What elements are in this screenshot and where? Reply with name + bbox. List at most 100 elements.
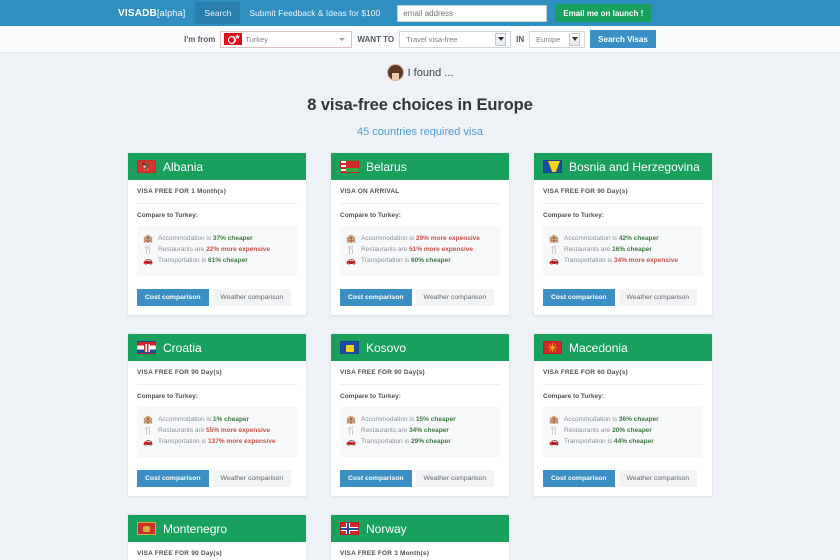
search-filter-bar: I'm from Turkey WANT TO Travel visa-free… [0,26,840,53]
stat-text: Transportation is 61% cheaper [158,257,248,264]
stat-value: 37% cheaper [212,235,253,242]
country-from-select[interactable]: Turkey [220,30,353,48]
restaurants-icon: 🍴 [346,426,356,435]
accommodation-stat: 🏨 Accommodation is 36% cheaper [549,414,697,425]
compare-label: Compare to Turkey: [340,212,401,219]
card-header: Macedonia [534,334,712,361]
accommodation-icon: 🏨 [549,415,559,424]
brand-name: VISADB [118,7,157,19]
visa-status: VISA FREE FOR 1 Month(s) [137,188,297,204]
required-visa-link[interactable]: 45 countries required visa [0,126,840,138]
brand-alpha-tag: [alpha] [156,7,186,18]
stat-value: 34% cheaper [409,427,449,434]
card-button-row: Cost comparison Weather comparison [340,276,500,306]
weather-comparison-button[interactable]: Weather comparison [618,470,698,487]
stat-value: 29% more expensive [415,235,480,242]
want-to-label: WANT TO [357,34,395,44]
country-card: Bosnia and Herzegovina VISA FREE FOR 90 D… [533,152,713,316]
croatia-flag-icon [137,341,156,354]
weather-comparison-button[interactable]: Weather comparison [415,289,495,306]
country-name: Kosovo [366,340,407,355]
macedonia-flag-icon [543,341,562,354]
stat-value: 60% cheaper [410,257,451,264]
stat-text: Transportation is 60% cheaper [361,257,451,264]
cost-comparison-button[interactable]: Cost comparison [137,470,209,487]
card-body: VISA FREE FOR 90 Day(s) Compare to Turkey… [128,361,306,496]
accommodation-icon: 🏨 [549,234,559,243]
card-header: Bosnia and Herzegovina [534,153,712,180]
accommodation-stat: 🏨 Accommodation is 37% cheaper [143,233,291,244]
transportation-stat: 🚗 Transportation is 44% cheaper [549,436,697,447]
page-title: 8 visa-free choices in Europe [307,96,533,114]
visa-status: VISA FREE FOR 90 Day(s) [137,369,297,385]
stat-text: Accommodation is 29% more expensive [361,235,480,242]
turkey-flag-icon [224,33,243,45]
stat-value: 137% more expensive [207,438,276,445]
top-navbar: VISADB[alpha] Search Submit Feedback & I… [0,0,840,26]
visa-status: VISA FREE FOR 60 Day(s) [543,369,703,385]
accommodation-icon: 🏨 [346,234,356,243]
stat-text: Transportation is 29% cheaper [361,438,451,445]
cost-stats: 🏨 Accommodation is 36% cheaper 🍴 Restaurant… [543,407,703,457]
stat-text: Restaurants are 55% more expensive [158,427,271,434]
restaurants-icon: 🍴 [346,245,356,254]
brand-logo[interactable]: VISADB[alpha] [118,8,195,19]
transportation-icon: 🚗 [549,256,559,265]
weather-comparison-button[interactable]: Weather comparison [212,289,292,306]
transportation-stat: 🚗 Transportation is 34% more expensive [549,255,697,266]
transportation-icon: 🚗 [346,256,356,265]
stat-value: 44% cheaper [613,438,654,445]
country-card: Kosovo VISA FREE FOR 90 Day(s) Compare to … [330,333,510,497]
card-body: VISA ON ARRIVAL Compare to Turkey: 🏨 Accomm… [331,180,509,315]
stat-value: 42% cheaper [618,235,659,242]
stat-text: Accommodation is 1% cheaper [158,416,250,423]
weather-comparison-button[interactable]: Weather comparison [415,470,495,487]
email-input[interactable] [397,4,548,22]
cost-comparison-button[interactable]: Cost comparison [543,289,615,306]
weather-comparison-button[interactable]: Weather comparison [212,470,292,487]
stat-value: 29% cheaper [410,438,451,445]
stat-text: Accommodation is 42% cheaper [564,235,659,242]
cost-comparison-button[interactable]: Cost comparison [340,289,412,306]
stat-text: Restaurants are 20% cheaper [564,427,652,434]
stat-value: 20% cheaper [612,427,652,434]
nav-link-search[interactable]: Search [195,2,241,24]
restaurants-stat: 🍴 Restaurants are 22% more expensive [143,244,291,255]
transportation-icon: 🚗 [143,256,153,265]
montenegro-flag-icon [137,522,156,535]
stat-text: Restaurants are 34% cheaper [361,427,449,434]
compare-label: Compare to Turkey: [137,393,198,400]
region-value: Europe [536,34,561,44]
country-card-grid: Albania VISA FREE FOR 1 Month(s) Compare t… [127,152,713,560]
stat-value: 1% cheaper [212,416,250,423]
kosovo-flag-icon [340,341,359,354]
stat-text: Accommodation is 37% cheaper [158,235,253,242]
weather-comparison-button[interactable]: Weather comparison [618,289,698,306]
transportation-icon: 🚗 [143,437,153,446]
cost-comparison-button[interactable]: Cost comparison [543,470,615,487]
accommodation-icon: 🏨 [143,415,153,424]
nav-link-feedback[interactable]: Submit Feedback & Ideas for $100 [240,2,389,24]
country-card: Macedonia VISA FREE FOR 60 Day(s) Compare … [533,333,713,497]
stat-value: 16% cheaper [612,246,652,253]
cost-comparison-button[interactable]: Cost comparison [340,470,412,487]
in-label: IN [516,34,525,44]
stat-value: 15% cheaper [415,416,456,423]
restaurants-stat: 🍴 Restaurants are 55% more expensive [143,425,291,436]
transportation-icon: 🚗 [549,437,559,446]
page-root: VISADB[alpha] Search Submit Feedback & I… [0,0,840,560]
cost-stats: 🏨 Accommodation is 37% cheaper 🍴 Restaurant… [137,226,297,276]
region-select[interactable]: Europe [529,30,586,48]
transportation-stat: 🚗 Transportation is 60% cheaper [346,255,494,266]
stat-value: 22% more expensive [206,246,271,253]
email-me-on-launch-button[interactable]: Email me on launch ! [555,4,652,22]
bosnia-flag-icon [543,160,562,173]
restaurants-stat: 🍴 Restaurants are 20% cheaper [549,425,697,436]
belarus-flag-icon [340,160,359,173]
cost-comparison-button[interactable]: Cost comparison [137,289,209,306]
search-visas-button[interactable]: Search Visas [590,30,656,48]
transportation-stat: 🚗 Transportation is 61% cheaper [143,255,291,266]
chevron-down-icon [495,32,507,46]
country-name: Norway [366,521,407,536]
intent-select[interactable]: Travel visa-free [399,30,512,48]
